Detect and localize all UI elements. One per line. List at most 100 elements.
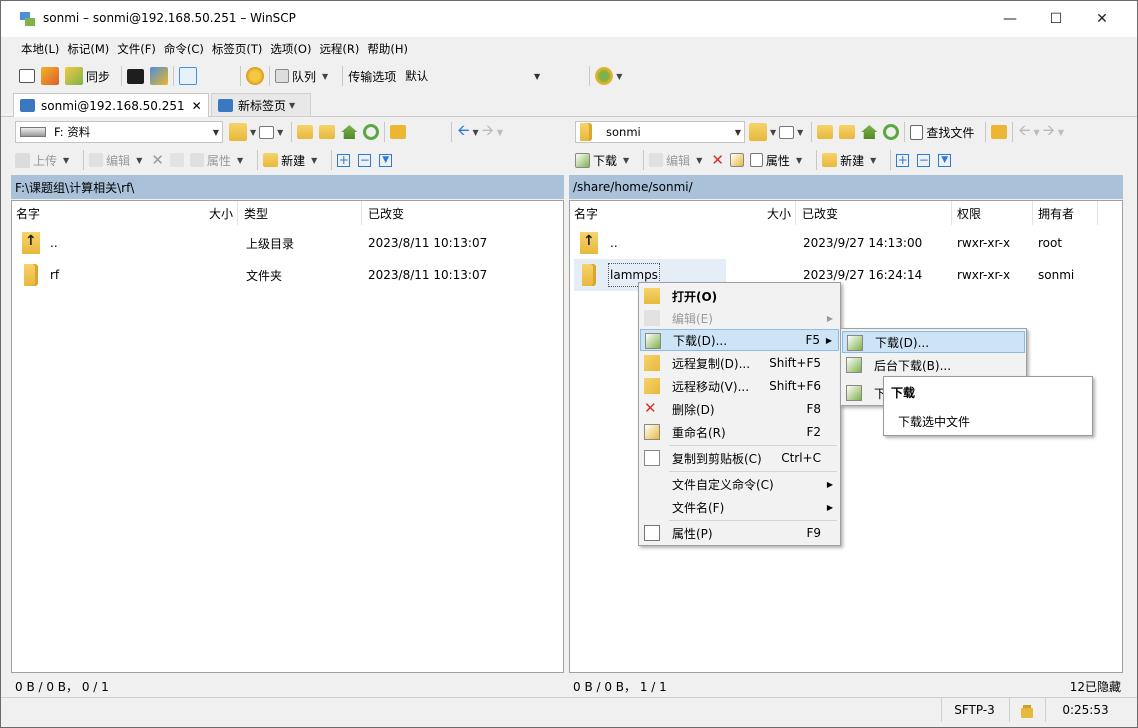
maximize-button[interactable]: ☐ [1033,1,1079,37]
col-name[interactable]: 名字 大小 [12,201,238,225]
menu-mark[interactable]: 标记(M) [67,41,109,57]
table-row[interactable]: ↑ .. 2023/9/27 14:13:00 rwxr-xr-x root [570,227,1122,259]
preferences-gear-icon[interactable] [246,67,265,85]
remote-dir-select[interactable]: sonmi ▼ [575,121,745,143]
col-name[interactable]: 名字 大小 [570,201,796,225]
edit-button[interactable]: 编辑 ▼ [89,152,145,169]
lock-icon[interactable] [1009,698,1043,722]
col-permissions[interactable]: 权限 [953,201,1033,225]
left-path-bar[interactable]: F:\课题组\计算相关\rf\ [11,175,564,199]
chevron-down-icon[interactable]: ▼ [1058,128,1064,137]
unselect-minus-icon[interactable]: − [358,153,372,167]
refresh-icon[interactable] [363,124,380,140]
root-dir-icon[interactable] [319,125,336,139]
menu-item-custom-commands[interactable]: 文件自定义命令(C) ▶ [640,473,839,495]
submenu-item-background-download[interactable]: 后台下载(B)... [842,354,1025,376]
col-changed[interactable]: 已改变 [798,201,952,225]
select-plus-icon[interactable]: + [896,153,910,167]
chevron-down-icon[interactable]: ▼ [616,72,622,81]
chevron-down-icon[interactable]: ▼ [1034,128,1040,137]
find-files-button[interactable]: 查找文件 [910,124,974,141]
download-button[interactable]: 下载 ▼ [575,152,632,169]
parent-dir-icon[interactable] [297,125,314,139]
menu-tabs[interactable]: 标签页(T) [212,41,263,57]
unselect-minus-icon[interactable]: − [917,153,931,167]
chevron-down-icon[interactable]: ▼ [497,128,503,137]
forward-arrow-icon[interactable]: 🡪 [482,120,494,145]
synchronize-button[interactable]: 同步 [65,67,110,85]
menu-commands[interactable]: 命令(C) [164,41,204,57]
edit-button[interactable]: 编辑 ▼ [649,152,705,169]
menu-item-remote-copy[interactable]: 远程复制(D)... Shift+F5 [640,352,839,374]
col-size[interactable]: 大小 [209,205,233,222]
menu-remote[interactable]: 远程(R) [319,41,359,57]
new-button[interactable]: 新建 ▼ [822,152,879,169]
filter-icon[interactable] [779,125,795,139]
queue-button[interactable]: 队列 ▼ [275,68,331,85]
menu-item-download[interactable]: 下载(D)... F5 ▶ [640,329,839,351]
forward-arrow-icon[interactable]: 🡪 [1043,120,1055,145]
console-icon[interactable] [127,68,145,84]
upload-button[interactable]: 上传 ▼ [15,152,72,169]
menu-item-open[interactable]: 打开(O) [640,285,839,307]
delete-icon[interactable]: ✕ [711,151,724,169]
menu-item-remote-move[interactable]: 远程移动(V)... Shift+F6 [640,375,839,397]
table-row[interactable]: rf 文件夹 2023/8/11 10:13:07 [12,259,563,291]
menu-item-copy-clipboard[interactable]: 复制到剪贴板(C) Ctrl+C [640,447,839,469]
chevron-down-icon[interactable]: ▼ [277,128,283,137]
local-drive-select[interactable]: F: 资料 ▼ [15,121,223,143]
properties-button[interactable]: 属性 ▼ [749,152,805,169]
menu-file[interactable]: 文件(F) [117,41,156,57]
rename-icon[interactable] [169,153,184,167]
select-all-icon[interactable]: ▼ [379,153,393,167]
bookmark-folder-icon[interactable] [390,125,407,139]
chevron-down-icon[interactable]: ▼ [797,128,803,137]
delete-icon[interactable]: ✕ [151,151,164,169]
left-file-list[interactable]: 名字 大小 类型 已改变 ↑ .. 上级目录 2023/8/11 10:13:07… [11,200,564,673]
close-window-button[interactable]: ✕ [1079,1,1125,37]
home-icon[interactable] [341,125,358,139]
new-button[interactable]: 新建 ▼ [263,152,320,169]
select-all-icon[interactable]: ▼ [938,153,952,167]
transfer-preset-icon[interactable] [595,67,614,85]
col-size[interactable]: 大小 [767,205,791,222]
root-dir-icon[interactable] [839,125,856,139]
menu-help[interactable]: 帮助(H) [367,41,408,57]
rename-icon[interactable] [729,153,744,167]
tab-new[interactable]: 新标签页 ▼ [211,93,311,117]
home-icon[interactable] [861,125,878,139]
menu-local[interactable]: 本地(L) [21,41,59,57]
col-type[interactable]: 类型 [240,201,362,225]
open-folder-icon[interactable] [749,123,767,141]
chevron-down-icon[interactable]: ▼ [250,128,256,137]
col-changed[interactable]: 已改变 [364,201,564,225]
close-tab-icon[interactable]: ✕ [192,99,202,113]
minimize-button[interactable]: — [987,1,1033,37]
submenu-item-download[interactable]: 下载(D)... [842,331,1025,353]
refresh-icon[interactable] [883,124,900,140]
compare-dirs-icon[interactable] [19,69,35,83]
chevron-down-icon[interactable]: ▼ [473,128,479,137]
chevron-down-icon[interactable]: ▼ [770,128,776,137]
properties-button[interactable]: 属性 ▼ [189,152,246,169]
tab-session[interactable]: sonmi@192.168.50.251 ✕ [13,93,209,117]
menu-item-file-names[interactable]: 文件名(F) ▶ [640,496,839,518]
transfer-settings-select[interactable]: 默认 ▼ [400,65,544,87]
refresh-session-icon[interactable] [179,67,198,85]
back-arrow-icon[interactable]: 🡨 [457,120,469,145]
putty-icon[interactable] [150,67,169,85]
open-folder-icon[interactable] [229,123,247,141]
filter-icon[interactable] [259,125,275,139]
menu-item-delete[interactable]: ✕ 删除(D) F8 [640,398,839,420]
bookmark-folder-icon[interactable] [991,125,1008,139]
menu-item-edit[interactable]: 编辑(E) ▶ [640,307,839,329]
parent-dir-icon[interactable] [817,125,834,139]
col-owner[interactable]: 拥有者 [1034,201,1098,225]
menu-item-properties[interactable]: 属性(P) F9 [640,522,839,544]
menu-options[interactable]: 选项(O) [270,41,311,57]
back-arrow-icon[interactable]: 🡨 [1018,120,1030,145]
select-plus-icon[interactable]: + [337,153,351,167]
menu-item-rename[interactable]: 重命名(R) F2 [640,421,839,443]
right-path-bar[interactable]: /share/home/sonmi/ [569,175,1123,199]
synchronize-browsing-icon[interactable] [41,67,59,85]
